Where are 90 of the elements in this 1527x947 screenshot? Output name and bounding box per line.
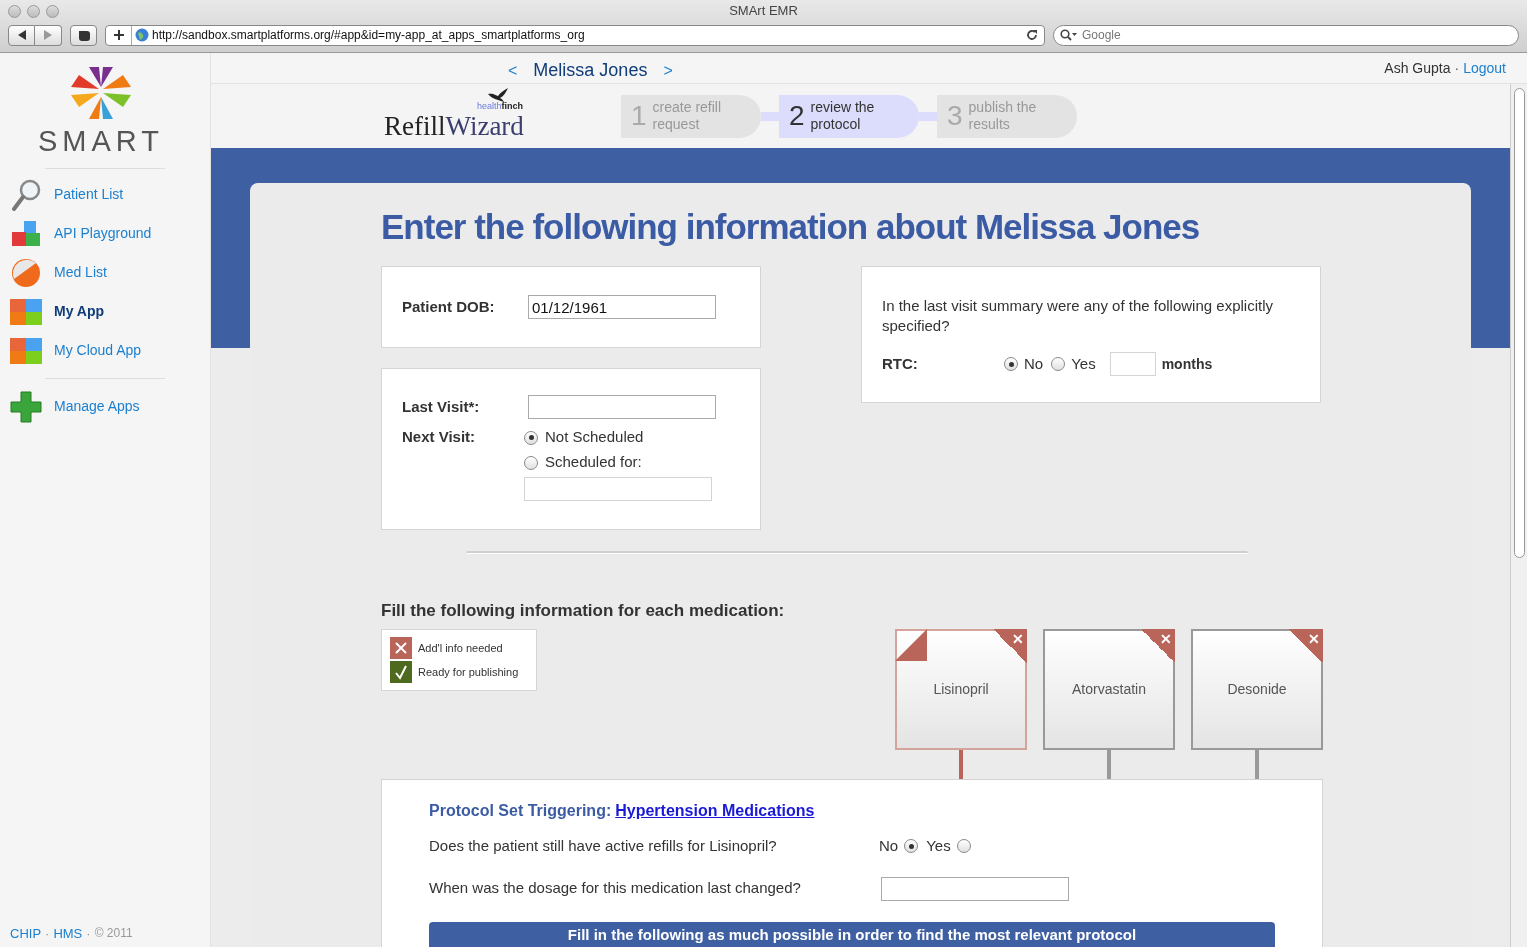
brand-name: SMART [38,127,164,156]
summary-question: In the last visit summary were any of the following explicitly specified? [882,296,1274,336]
step-connector [919,111,937,121]
dosage-date-field[interactable] [881,876,1069,901]
ball-icon [10,256,42,289]
cross-icon [390,637,412,659]
radio-button[interactable] [524,455,538,470]
separator-dot: · [86,924,91,943]
user-name: Ash Gupta [1384,58,1451,78]
window-zoom-button[interactable] [46,4,59,18]
legend-label: Add'l info needed [418,640,503,656]
logo-icon [69,65,133,121]
sidebar-item[interactable]: My Cloud App [10,331,210,370]
plus-icon [10,390,42,423]
back-button[interactable] [8,24,35,46]
option-label: Yes [1071,353,1096,374]
footer-link[interactable]: HMS [53,923,83,943]
option-label: Not Scheduled [545,427,644,448]
section-heading: Fill the following information for each medication: [381,600,786,622]
copyright-text: © 2011 [94,925,133,943]
scheduled-date-field[interactable] [524,477,712,501]
page-heading: Enter the following information about Melissa Jones [381,206,1201,248]
field-label: RTC: [882,353,919,374]
plus-icon [113,30,124,40]
previous-patient-link[interactable]: < [508,58,518,83]
legend-label: Ready for publishing [418,664,519,680]
protocol-link[interactable]: Hypertension Medications [615,799,815,823]
window-close-button[interactable] [8,4,21,18]
next-patient-link[interactable]: > [663,58,673,83]
sidebar-item[interactable]: My App [10,292,210,331]
medication-name: Lisinopril [933,680,989,699]
globe-icon [135,28,149,42]
option-label: No [879,836,899,856]
window-title: SMArt EMR [728,2,799,21]
blocks-icon [10,219,42,248]
logo-tagline: healthfinch [477,102,524,111]
medication-card[interactable]: Desonide ✕ [1191,629,1323,750]
remove-button[interactable]: ✕ [1141,629,1175,663]
folded-corner-icon [895,629,927,661]
sidebar-item[interactable]: API Playground [10,214,210,253]
separator-dot: · [1454,58,1460,78]
remove-button[interactable]: ✕ [1289,629,1323,663]
radio-button[interactable] [1004,357,1018,371]
radio-button[interactable] [956,839,971,854]
search-field[interactable]: Google [1053,24,1519,46]
bird-icon [488,88,508,102]
magnifier-icon [11,178,41,211]
medication-card[interactable]: Lisinopril ✕ [895,629,1027,750]
footer-link[interactable]: CHIP [10,923,42,943]
tiles-icon [10,337,42,364]
field-label: Last Visit*: [402,396,481,417]
radio-button[interactable] [1051,357,1066,371]
option-label: Yes [926,836,951,856]
patient-name: Melissa Jones [533,59,648,82]
dob-field[interactable]: 01/12/1961 [528,295,716,319]
medication-name: Atorvastatin [1072,680,1146,699]
option-label: No [1024,353,1044,374]
sidebar-item[interactable]: Patient List [10,175,210,214]
address-bar[interactable]: http://sandbox.smartplatforms.org/#app&id=my-app_at_apps_smartplatforms_org [105,24,1045,46]
reload-icon[interactable] [1026,29,1038,41]
question-text: Does the patient still have active refills for Lisinopril? [429,836,778,856]
field-label: Patient DOB: [402,296,496,317]
step-connector [761,111,779,121]
sidebar-item[interactable]: Med List [10,253,210,292]
window-minimize-button[interactable] [27,4,40,18]
medication-name: Desonide [1227,680,1287,699]
separator-dot: · [45,924,50,943]
protocol-label: Protocol Set Triggering: [429,801,612,821]
sidebar-item[interactable]: Manage Apps [10,387,210,426]
radio-button[interactable] [524,430,538,445]
months-field[interactable] [1109,352,1156,376]
last-visit-field[interactable] [528,395,716,419]
checkmark-icon [390,661,412,683]
medication-card[interactable]: Atorvastatin ✕ [1043,629,1175,750]
search-icon [1060,29,1078,41]
url-text: http://sandbox.smartplatforms.org/#app&id=my-app_at_apps_smartplatforms_org [152,27,586,44]
field-label: Next Visit: [402,427,477,447]
logout-link[interactable]: Logout [1463,57,1506,79]
remove-button[interactable]: ✕ [993,629,1027,663]
question-text: When was the dosage for this medication last changed? [429,878,802,899]
option-label: Scheduled for: [545,452,642,473]
radio-button[interactable] [904,839,919,854]
forward-icon [44,30,52,40]
protocol-button[interactable]: Fill in the following as much possible in order to find the most relevant protocol [429,921,1275,947]
back-icon [17,30,26,40]
extension-button[interactable] [70,24,97,46]
app-logo: RefillWizard [384,113,524,140]
unit-label: months [1161,354,1213,374]
tiles-icon [10,298,42,325]
elephant-icon [76,28,91,42]
